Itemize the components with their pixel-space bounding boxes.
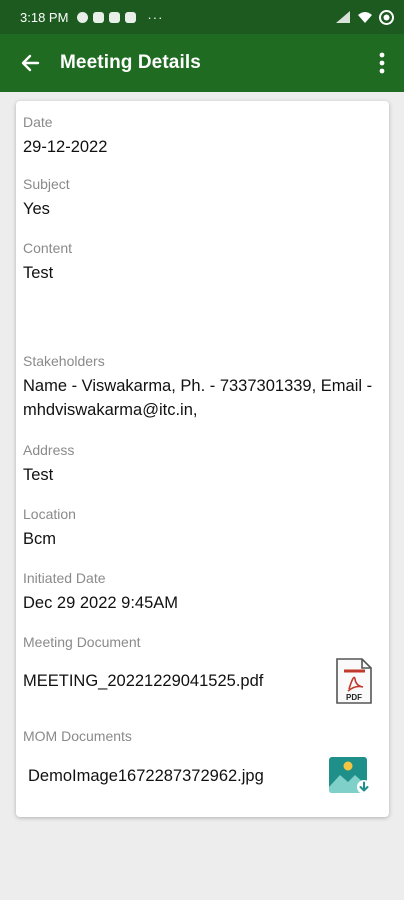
address-field: Address Test <box>23 441 381 487</box>
meeting-document-name[interactable]: MEETING_20221229041525.pdf <box>23 672 263 691</box>
more-options-button[interactable] <box>360 34 404 92</box>
mom-document-name[interactable]: DemoImage1672287372962.jpg <box>28 767 264 786</box>
content-label: Content <box>23 240 73 256</box>
subject-field: Subject Yes <box>23 175 381 221</box>
date-label: Date <box>23 114 53 130</box>
subject-value: Yes <box>23 200 50 218</box>
message-notification-icon <box>109 11 121 23</box>
pdf-icon-text: PDF <box>346 693 362 702</box>
more-vert-icon <box>379 52 385 74</box>
meeting-document-label: Meeting Document <box>23 634 141 650</box>
meeting-document-field: Meeting Document MEETING_20221229041525.… <box>23 633 381 705</box>
image-download-icon[interactable] <box>328 755 372 797</box>
subject-label: Subject <box>23 176 70 192</box>
content-field: Content Test <box>23 239 381 285</box>
stakeholders-label: Stakeholders <box>23 353 105 369</box>
stakeholders-field: Stakeholders Name - Viswakarma, Ph. - 73… <box>23 352 381 422</box>
status-time: 3:18 PM <box>20 9 69 25</box>
location-value: Bcm <box>23 530 56 548</box>
pdf-file-icon[interactable]: PDF <box>335 657 373 705</box>
location-field: Location Bcm <box>23 505 381 551</box>
meeting-document-row[interactable]: MEETING_20221229041525.pdf PDF <box>23 657 381 705</box>
initiated-date-label: Initiated Date <box>23 570 106 586</box>
app-notification-icon <box>93 11 105 23</box>
app-bar: Meeting Details <box>0 34 404 92</box>
address-label: Address <box>23 442 75 458</box>
mom-documents-label: MOM Documents <box>23 728 132 744</box>
content-value: Test <box>23 264 54 282</box>
page-title: Meeting Details <box>60 52 201 73</box>
battery-icon <box>379 9 394 25</box>
address-value: Test <box>23 466 54 484</box>
arrow-back-icon <box>21 54 40 72</box>
signal-icon <box>336 11 350 23</box>
stakeholders-value: Name - Viswakarma, Ph. - 7337301339, Ema… <box>23 377 373 419</box>
mom-document-row[interactable]: DemoImage1672287372962.jpg <box>23 755 381 797</box>
back-button[interactable] <box>0 34 60 92</box>
date-value: 29-12-2022 <box>23 138 108 156</box>
chrome-notification-icon <box>125 11 137 23</box>
meeting-details-card: Date 29-12-2022 Subject Yes Content Test… <box>16 101 389 817</box>
status-bar: 3:18 PM ··· <box>0 0 404 34</box>
initiated-date-value: Dec 29 2022 9:45AM <box>23 594 179 612</box>
mom-documents-field: MOM Documents DemoImage1672287372962.jpg <box>23 727 381 797</box>
more-notifications-icon: ··· <box>147 9 164 25</box>
alarm-icon <box>77 11 89 23</box>
date-field: Date 29-12-2022 <box>23 113 381 159</box>
location-label: Location <box>23 506 76 522</box>
wifi-icon <box>358 11 372 23</box>
initiated-date-field: Initiated Date Dec 29 2022 9:45AM <box>23 569 381 615</box>
